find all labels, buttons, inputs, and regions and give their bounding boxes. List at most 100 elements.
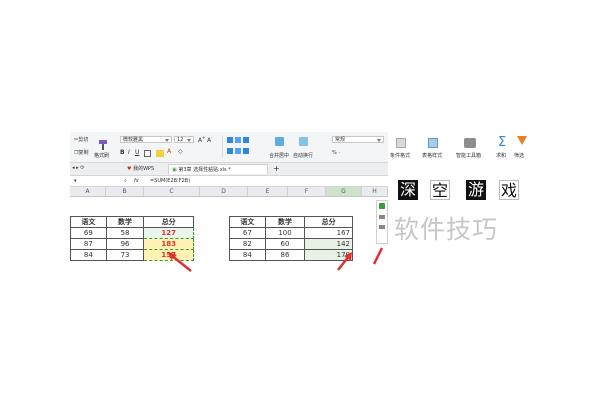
column-header-h[interactable]: H [362,187,388,196]
column-header-b[interactable]: B [106,187,144,196]
align-bottom-icon[interactable] [243,137,249,143]
clear-format-icon[interactable]: ◇ [178,148,183,155]
font-name-select[interactable]: 微软雅黑 [120,136,172,143]
paste-option-icon[interactable] [379,215,385,219]
name-box[interactable]: ▾ [74,178,77,184]
table-cell[interactable]: 87 [70,238,107,250]
annotation-arrow-left [168,252,192,272]
watermark-text: 软件技巧 [394,215,499,244]
header-cell[interactable]: 语文 [70,216,107,228]
column-header-f[interactable]: F [288,187,326,196]
paste-icon [379,203,385,209]
toolbox-icon[interactable] [464,138,476,148]
filter-button[interactable]: 筛选 [514,152,524,159]
annotation-arrow-right [337,252,352,271]
wrap-text-icon[interactable] [299,137,308,146]
tab-document[interactable]: ▣ 第3章 选择性粘贴.xls * [168,164,268,174]
column-header-c[interactable]: C [144,187,200,196]
logo-tile: 戏 [499,180,519,200]
header-cell[interactable]: 数学 [105,216,145,228]
align-right-icon[interactable] [243,148,249,154]
logo-tile: 空 [430,180,450,200]
merge-center-icon[interactable] [275,137,284,146]
table-cell[interactable]: 82 [229,238,266,250]
conditional-format-button[interactable]: 条件格式 [390,152,410,159]
fx-icon[interactable]: fx [134,178,139,184]
copy-button[interactable]: ❐复制 [74,149,89,156]
tab-home[interactable]: ♥ 我的WPS [124,164,158,174]
header-cell[interactable]: 语文 [229,216,266,228]
table-cell[interactable]: 100 [264,227,306,239]
merge-center-button[interactable]: 合并居中 [269,152,289,159]
underline-button[interactable]: U [135,149,139,156]
table-row: 67 100 167 [229,227,353,239]
sum-icon[interactable]: Σ [498,135,506,150]
table-row: 87 96 183 [70,238,194,250]
percent-button[interactable]: % · [332,150,340,156]
total-cell[interactable]: 167 [304,227,353,239]
total-cell[interactable]: 142 [304,238,353,250]
header-cell[interactable]: 总分 [143,216,194,228]
wps-logo-icon: ♥ [127,166,132,172]
align-middle-icon[interactable] [235,137,241,143]
table-header-row: 语文 数学 总分 [70,216,194,228]
table-cell[interactable]: 60 [264,238,306,250]
column-header-a[interactable]: A [70,187,106,196]
smart-toolbox-button[interactable]: 智能工具箱 [456,152,481,159]
zoom-icon[interactable]: ⌕ [124,178,127,184]
formula-input[interactable]: =SUM(E2B:F2B) [150,178,190,184]
format-painter-icon[interactable] [97,136,109,150]
spreadsheet-icon: ▣ [172,167,177,173]
column-header-e[interactable]: E [248,187,288,196]
formula-bar: ▾ ⌕ fx =SUM(E2B:F2B) [70,176,388,187]
align-top-icon[interactable] [227,137,233,143]
table-row: 69 58 127 [70,227,194,239]
table-cell[interactable]: 84 [70,249,107,261]
annotation-arrow-edge [372,247,384,265]
font-size-select[interactable]: 12 [174,136,194,143]
bold-button[interactable]: B [120,149,125,156]
table-style-icon[interactable] [428,138,438,148]
italic-button[interactable]: I [128,149,130,156]
table-cell[interactable]: 73 [105,249,145,261]
sum-button[interactable]: 求和 [496,152,506,159]
header-cell[interactable]: 总分 [304,216,353,228]
align-center-icon[interactable] [235,148,241,154]
wrap-text-button[interactable]: 自动换行 [293,152,313,159]
align-left-icon[interactable] [227,148,233,154]
shrink-font-button[interactable]: A- [207,135,213,144]
column-header-g[interactable]: G [326,187,362,196]
logo-tile: 游 [466,180,486,200]
table-cell[interactable]: 58 [105,227,145,239]
table-cell[interactable]: 69 [70,227,107,239]
paste-options-popup[interactable] [376,200,388,244]
ribbon-toolbar: ✂剪切 ❐复制 格式刷 微软雅黑 12 A+ A- B I U A ◇ 合并居中… [70,132,388,163]
conditional-format-icon[interactable] [396,138,406,148]
border-icon[interactable] [144,150,151,157]
font-color-icon[interactable]: A [167,148,171,155]
column-header-bar: A B C D E F G H [70,187,388,197]
column-header-d[interactable]: D [200,187,248,196]
add-tab-button[interactable]: + [270,164,283,174]
number-format-select[interactable]: 常规 [332,136,384,143]
filter-icon[interactable] [517,136,527,145]
table-cell[interactable]: 96 [105,238,145,250]
table-style-button[interactable]: 表格样式 [422,152,442,159]
nav-arrows-icon[interactable]: ◂ ▸ ⟳ [72,165,84,171]
document-tab-bar: ◂ ▸ ⟳ ♥ 我的WPS ▣ 第3章 选择性粘贴.xls * + [70,163,388,176]
alignment-group [222,136,267,158]
total-cell[interactable]: 183 [143,238,194,250]
table-cell[interactable]: 84 [229,249,266,261]
logo-tile: 深 [398,180,418,200]
paste-option-icon[interactable] [379,225,385,229]
total-cell[interactable]: 127 [143,227,194,239]
grow-font-button[interactable]: A+ [198,135,205,144]
cut-button[interactable]: ✂剪切 [74,136,88,143]
format-painter-label: 格式刷 [94,153,110,159]
fill-color-icon[interactable] [156,150,164,157]
table-header-row: 语文 数学 总分 [229,216,353,228]
table-row: 82 60 142 [229,238,353,250]
header-cell[interactable]: 数学 [264,216,306,228]
table-cell[interactable]: 86 [264,249,306,261]
table-cell[interactable]: 67 [229,227,266,239]
